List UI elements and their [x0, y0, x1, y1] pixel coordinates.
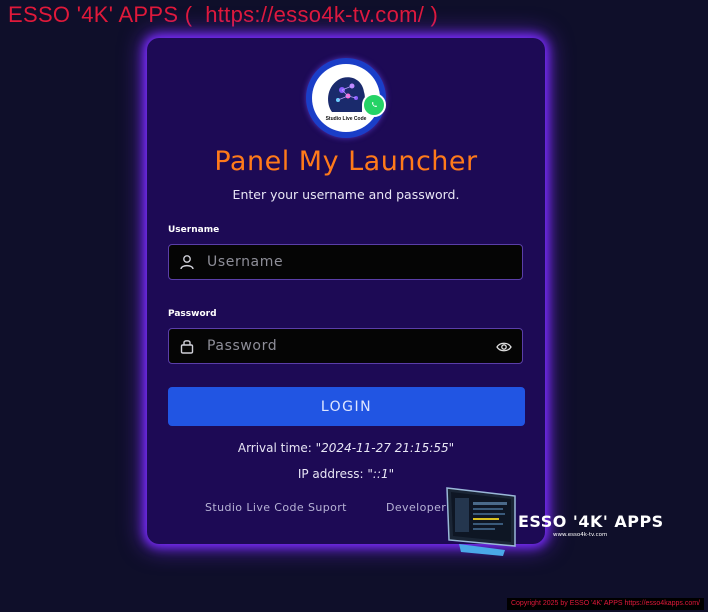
eye-icon[interactable] [496, 339, 512, 355]
arrival-time: Arrival time: "2024-11-27 21:15:55" [147, 441, 545, 455]
monitor-icon [446, 487, 516, 556]
page-subtitle: Enter your username and password. [232, 187, 460, 202]
username-input[interactable] [207, 245, 487, 279]
promo-title: ESSO '4K' APPS [518, 512, 664, 531]
login-card: Studio Live Code Panel My Launcher Enter… [147, 38, 545, 544]
logo: Studio Live Code [306, 58, 386, 138]
username-label: Username [168, 225, 220, 235]
promo-url: www.esso4k-tv.com [553, 532, 608, 538]
page-title: Panel My Launcher [214, 146, 478, 177]
lock-icon [180, 340, 194, 354]
password-field[interactable] [168, 328, 523, 364]
support-link[interactable]: Studio Live Code Suport [205, 501, 347, 514]
top-banner: ESSO '4K' APPS ( https://esso4k-tv.com/ … [8, 2, 439, 27]
login-button[interactable]: LOGIN [168, 387, 525, 426]
ip-address-label: IP address: [297, 467, 368, 481]
user-icon [180, 255, 194, 270]
arrival-time-value: "2024-11-27 21:15:55" [315, 441, 455, 455]
password-input[interactable] [207, 329, 487, 363]
ip-address-value: "::1" [367, 467, 395, 481]
arrival-time-label: Arrival time: [237, 441, 316, 455]
developer-link[interactable]: Developer [386, 501, 446, 514]
username-field[interactable] [168, 244, 523, 280]
logo-caption: Studio Live Code [325, 116, 367, 122]
password-label: Password [168, 309, 217, 319]
copyright-notice: Copyright 2025 by ESSO '4K' APPS https:/… [506, 598, 704, 610]
whatsapp-icon[interactable] [362, 93, 386, 117]
promo-badge[interactable]: ESSO '4K' APPS www.esso4k-tv.com [445, 484, 663, 558]
ip-address: IP address: "::1" [147, 467, 545, 481]
